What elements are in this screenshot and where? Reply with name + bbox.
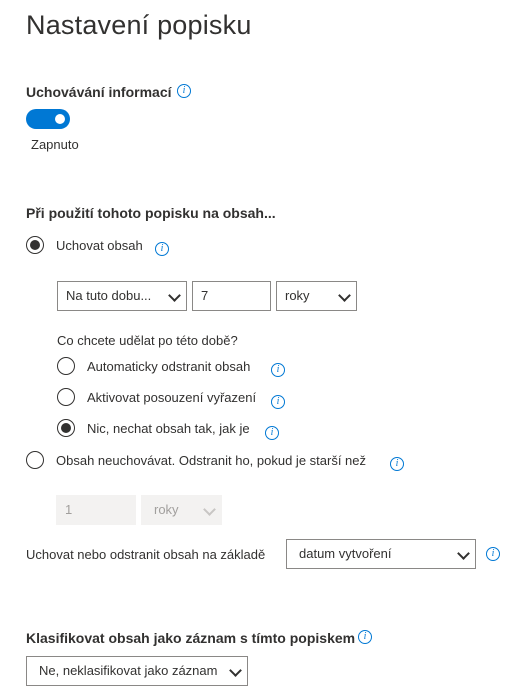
info-icon[interactable]: i: [358, 630, 372, 644]
retention-toggle[interactable]: [26, 109, 70, 129]
info-icon[interactable]: i: [486, 547, 500, 561]
apply-heading: Při použití tohoto popisku na obsah...: [26, 205, 276, 221]
basis-select-value: datum vytvoření: [299, 546, 392, 561]
info-icon[interactable]: i: [177, 84, 191, 98]
classify-select[interactable]: Ne, neklasifikovat jako záznam: [26, 656, 248, 686]
chevron-down-icon: [168, 289, 181, 302]
dont-keep-label: Obsah neuchovávat. Odstranit ho, pokud j…: [56, 453, 367, 468]
chevron-down-icon: [203, 503, 216, 516]
period-unit-select[interactable]: roky: [276, 281, 357, 311]
retention-label: Uchovávání informací: [26, 84, 172, 100]
chevron-down-icon: [229, 664, 242, 677]
disposition-review-radio[interactable]: [57, 388, 75, 406]
dont-keep-unit-select[interactable]: roky: [141, 495, 222, 525]
info-icon[interactable]: i: [390, 457, 404, 471]
period-unit-value: roky: [285, 288, 310, 303]
info-icon[interactable]: i: [271, 395, 285, 409]
keep-content-label: Uchovat obsah: [56, 238, 143, 253]
info-icon[interactable]: i: [271, 363, 285, 377]
keep-content-radio[interactable]: [26, 236, 44, 254]
dont-keep-value-input[interactable]: 1: [56, 495, 136, 525]
auto-delete-radio[interactable]: [57, 357, 75, 375]
toggle-state-label: Zapnuto: [31, 137, 79, 152]
chevron-down-icon: [457, 547, 470, 560]
disposition-review-label: Aktivovat posouzení vyřazení: [87, 390, 257, 405]
classify-select-value: Ne, neklasifikovat jako záznam: [39, 663, 218, 678]
page-title: Nastavení popisku: [26, 10, 252, 40]
info-icon[interactable]: i: [265, 426, 279, 440]
do-nothing-radio[interactable]: [57, 419, 75, 437]
toggle-knob: [55, 114, 65, 124]
auto-delete-label: Automaticky odstranit obsah: [87, 359, 251, 374]
classify-label: Klasifikovat obsah jako záznam s tímto p…: [26, 630, 356, 646]
dont-keep-radio[interactable]: [26, 451, 44, 469]
basis-label: Uchovat nebo odstranit obsah na základě: [26, 547, 266, 562]
dont-keep-unit-value: roky: [154, 502, 179, 517]
chevron-down-icon: [338, 289, 351, 302]
period-select[interactable]: Na tuto dobu...: [57, 281, 187, 311]
period-select-value: Na tuto dobu...: [66, 288, 152, 303]
do-nothing-label: Nic, nechat obsah tak, jak je: [87, 421, 250, 436]
period-value-input[interactable]: 7: [192, 281, 271, 311]
basis-select[interactable]: datum vytvoření: [286, 539, 476, 569]
info-icon[interactable]: i: [155, 242, 169, 256]
after-question: Co chcete udělat po této době?: [57, 333, 238, 348]
